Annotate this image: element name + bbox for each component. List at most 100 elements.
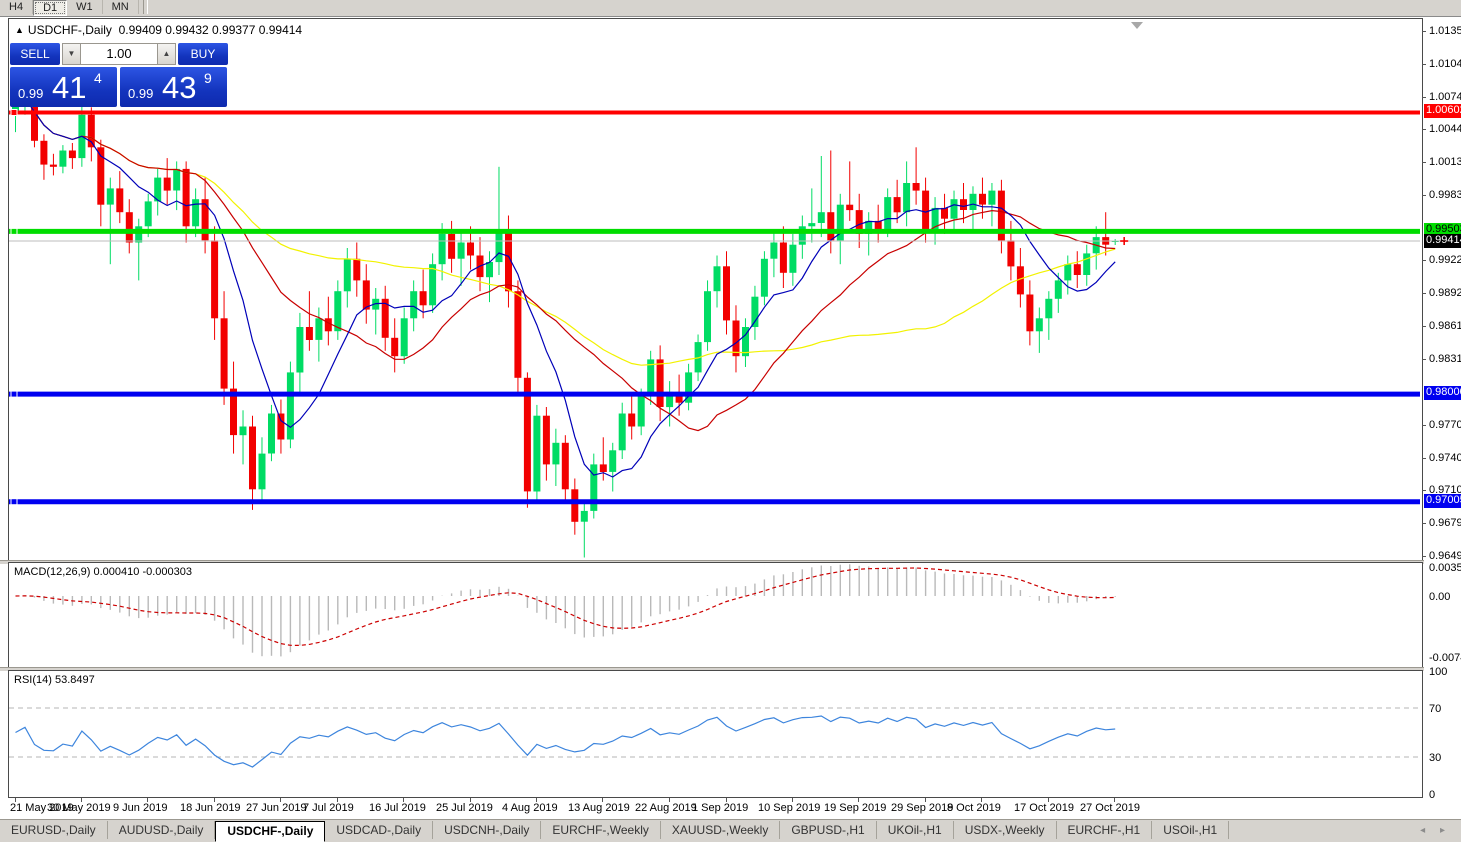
macd-main-value: 0.000410: [93, 566, 139, 578]
price-tick-mark: [1422, 490, 1426, 491]
ma-medium-line: [16, 98, 1116, 431]
chart-shift-marker[interactable]: [1131, 22, 1143, 29]
timeframe-button-w1[interactable]: W1: [67, 0, 103, 14]
macd-label: MACD(12,26,9) 0.000410 -0.000303: [14, 566, 192, 578]
rsi-tick-label: 70: [1429, 703, 1441, 715]
buy-price-sup: 9: [204, 70, 212, 86]
ma-fast-line: [16, 98, 1116, 478]
sell-button[interactable]: SELL: [10, 43, 60, 65]
price-tick-label: 0.98920: [1429, 287, 1461, 299]
price-tick-label: 1.00440: [1429, 123, 1461, 135]
hline-anchor[interactable]: [11, 228, 17, 234]
price-tick-mark: [1422, 97, 1426, 98]
hline-anchor[interactable]: [11, 499, 17, 505]
rsi-chart: [9, 671, 1420, 795]
chart-tab-usdchf[interactable]: USDCHF-,Daily: [215, 821, 325, 842]
chart-tab-usdcnh[interactable]: USDCNH-,Daily: [433, 821, 541, 839]
last-price-marker: [1120, 237, 1128, 245]
timeframe-button-d1[interactable]: D1: [33, 0, 67, 16]
chart-tab-eurusd[interactable]: EURUSD-,Daily: [0, 821, 108, 839]
timeframe-button-h4[interactable]: H4: [0, 0, 33, 14]
date-label: 4 Aug 2019: [502, 802, 558, 814]
volume-input[interactable]: 1.00: [81, 43, 157, 65]
rsi-panel[interactable]: RSI(14) 53.8497: [8, 670, 1423, 798]
rsi-tick-label: 0: [1429, 789, 1435, 801]
macd-signal-value: -0.000303: [142, 566, 192, 578]
price-tick-label: 0.97400: [1429, 452, 1461, 464]
rsi-line: [16, 716, 1116, 767]
price-tick-mark: [1422, 523, 1426, 524]
volume-increase-button[interactable]: ▲: [157, 43, 176, 65]
price-line-badge: 0.98000: [1424, 386, 1461, 400]
date-label: 8 Oct 2019: [947, 802, 1001, 814]
hline-anchor[interactable]: [11, 391, 17, 397]
date-label: 9 Jun 2019: [113, 802, 167, 814]
chart-tab-usoil[interactable]: USOil-,H1: [1152, 821, 1229, 839]
date-label: 7 Jul 2019: [303, 802, 354, 814]
chart-workspace: ▲USDCHF-,Daily 0.99409 0.99432 0.99377 0…: [0, 17, 1461, 820]
price-tick-label: 0.99225: [1429, 254, 1461, 266]
date-label: 18 Jun 2019: [180, 802, 241, 814]
date-label: 1 Sep 2019: [692, 802, 748, 814]
price-tick-mark: [1422, 458, 1426, 459]
macd-chart: [9, 563, 1420, 665]
date-label: 22 Aug 2019: [635, 802, 697, 814]
chart-tab-gbpusd[interactable]: GBPUSD-,H1: [780, 821, 876, 839]
macd-panel[interactable]: MACD(12,26,9) 0.000410 -0.000303: [8, 562, 1423, 668]
chart-ohlc-values: 0.99409 0.99432 0.99377 0.99414: [119, 23, 303, 37]
price-tick-mark: [1422, 425, 1426, 426]
sell-price-big: 41: [52, 70, 86, 106]
tab-scroll-arrows[interactable]: ◂ ▸: [1420, 825, 1451, 836]
chart-tab-eurchf[interactable]: EURCHF-,H1: [1057, 821, 1153, 839]
price-tick-mark: [1422, 31, 1426, 32]
date-label: 16 Jul 2019: [369, 802, 426, 814]
chart-tab-xauusd[interactable]: XAUUSD-,Weekly: [661, 821, 780, 839]
timeframe-button-mn[interactable]: MN: [103, 0, 139, 14]
time-axis[interactable]: 21 May 201930 May 20199 Jun 201918 Jun 2…: [8, 799, 1421, 819]
date-label: 27 Oct 2019: [1080, 802, 1140, 814]
date-label: 10 Sep 2019: [758, 802, 820, 814]
chart-tab-bar: EURUSD-,DailyAUDUSD-,DailyUSDCHF-,DailyU…: [0, 820, 1461, 842]
sell-price-prefix: 0.99: [18, 86, 43, 101]
chart-tab-usdcad[interactable]: USDCAD-,Daily: [325, 821, 433, 839]
toolbar-divider: [143, 0, 148, 14]
date-label: 27 Jun 2019: [246, 802, 307, 814]
buy-button[interactable]: BUY: [178, 43, 228, 65]
price-tick-label: 0.98615: [1429, 320, 1461, 332]
price-line-badge: 1.00602: [1424, 104, 1461, 118]
price-tick-mark: [1422, 293, 1426, 294]
buy-price-prefix: 0.99: [128, 86, 153, 101]
chart-tab-eurchf[interactable]: EURCHF-,Weekly: [541, 821, 660, 839]
hline-anchor[interactable]: [11, 110, 17, 116]
chart-tab-usdx[interactable]: USDX-,Weekly: [954, 821, 1057, 839]
rsi-tick-label: 30: [1429, 752, 1441, 764]
date-label: 19 Sep 2019: [824, 802, 886, 814]
macd-tick-label: -0.00749: [1429, 652, 1461, 664]
timeframe-toolbar: H4D1W1MN: [0, 0, 1461, 17]
macd-tick-label: 0.003574: [1429, 562, 1461, 574]
date-label: 29 Sep 2019: [891, 802, 953, 814]
price-tick-mark: [1422, 359, 1426, 360]
price-tick-mark: [1422, 195, 1426, 196]
chart-tab-audusd[interactable]: AUDUSD-,Daily: [108, 821, 216, 839]
price-tick-label: 1.00135: [1429, 156, 1461, 168]
price-tick-mark: [1422, 556, 1426, 557]
price-tick-label: 0.96795: [1429, 517, 1461, 529]
date-label: 17 Oct 2019: [1014, 802, 1074, 814]
date-label: 13 Aug 2019: [568, 802, 630, 814]
chart-title: ▲USDCHF-,Daily 0.99409 0.99432 0.99377 0…: [15, 23, 302, 37]
current-price-badge: 0.99414: [1424, 234, 1461, 248]
price-tick-label: 0.98315: [1429, 353, 1461, 365]
macd-histogram: [16, 564, 1116, 656]
rsi-tick-label: 100: [1429, 666, 1447, 678]
buy-price-box[interactable]: 0.99 43 9: [120, 67, 227, 107]
price-chart-panel[interactable]: ▲USDCHF-,Daily 0.99409 0.99432 0.99377 0…: [8, 18, 1423, 561]
price-line-badge: 0.97005: [1424, 494, 1461, 508]
volume-decrease-button[interactable]: ▼: [62, 43, 81, 65]
price-axis[interactable]: 1.013501.010451.007401.004401.001350.998…: [1424, 18, 1461, 818]
rsi-label: RSI(14) 53.8497: [14, 674, 95, 686]
date-label: 30 May 2019: [47, 802, 111, 814]
sell-price-box[interactable]: 0.99 41 4: [10, 67, 117, 107]
rsi-value: 53.8497: [55, 674, 95, 686]
chart-tab-ukoil[interactable]: UKOil-,H1: [877, 821, 954, 839]
